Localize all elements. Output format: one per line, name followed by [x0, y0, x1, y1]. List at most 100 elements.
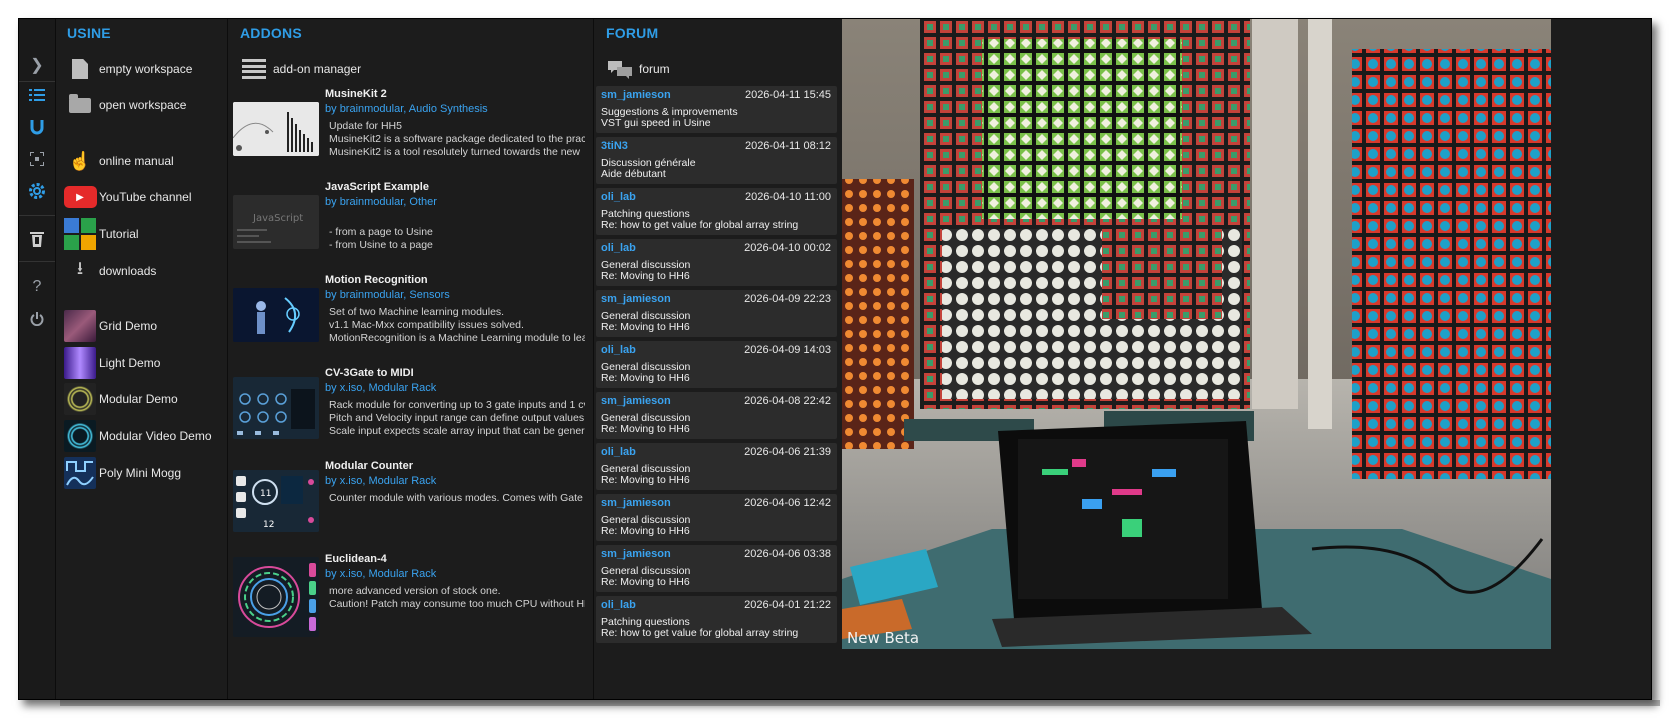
forum-post[interactable]: sm_jamieson 2026-04-06 12:42 General dis… — [596, 494, 837, 541]
forum-post[interactable]: sm_jamieson 2026-04-09 22:23 General dis… — [596, 290, 837, 337]
forum-post[interactable]: 3tiN3 2026-04-11 08:12 Discussion généra… — [596, 137, 837, 184]
start-screen-window: ❯ ? USINE empty workspace open workspace… — [18, 18, 1652, 700]
post-subject: Re: how to get value for global array st… — [601, 627, 799, 639]
poly-mini-mogg-thumbnail — [64, 457, 96, 489]
addon-name: Motion Recognition — [325, 274, 428, 286]
gear-icon[interactable] — [27, 181, 47, 201]
addon-name: JavaScript Example — [325, 181, 429, 193]
addon-author-link[interactable]: x.iso — [340, 568, 363, 580]
open-workspace-label: open workspace — [99, 98, 187, 112]
light-demo-label: Light Demo — [99, 356, 161, 370]
post-date: 2026-04-06 12:42 — [744, 497, 831, 509]
addon-category-link[interactable]: Modular Rack — [368, 475, 436, 487]
post-date: 2026-04-01 21:22 — [744, 599, 831, 611]
forum-post[interactable]: sm_jamieson 2026-04-11 15:45 Suggestions… — [596, 86, 837, 133]
post-user[interactable]: oli_lab — [601, 191, 636, 203]
post-user[interactable]: sm_jamieson — [601, 497, 671, 509]
addon-card[interactable]: CV-3Gate to MIDI by x.iso, Modular Rack … — [231, 367, 596, 457]
youtube-channel-item[interactable]: ▶ YouTube channel — [63, 181, 192, 213]
demo-modular-item[interactable]: Modular Demo — [63, 383, 178, 415]
addon-author-link[interactable]: brainmodular — [340, 103, 404, 115]
menu-lines-icon — [242, 59, 266, 79]
post-user[interactable]: sm_jamieson — [601, 548, 671, 560]
addon-author-link[interactable]: x.iso — [340, 382, 363, 394]
forum-post[interactable]: oli_lab 2026-04-09 14:03 General discuss… — [596, 341, 837, 388]
grid-demo-label: Grid Demo — [99, 319, 158, 333]
addon-byline: by x.iso, Modular Rack — [325, 475, 437, 487]
post-date: 2026-04-09 22:23 — [744, 293, 831, 305]
addon-card[interactable]: MusineKit 2 by brainmodular, Audio Synth… — [231, 88, 596, 178]
poly-mini-mogg-label: Poly Mini Mogg — [99, 466, 182, 480]
euclidean-4-thumbnail — [233, 557, 319, 637]
post-user[interactable]: 3tiN3 — [601, 140, 628, 152]
addon-author-link[interactable]: brainmodular — [340, 289, 404, 301]
open-workspace-item[interactable]: open workspace — [63, 89, 186, 121]
post-user[interactable]: sm_jamieson — [601, 293, 671, 305]
forum-link-item[interactable]: forum — [603, 53, 670, 85]
magnet-icon[interactable] — [27, 117, 47, 137]
demo-light-item[interactable]: Light Demo — [63, 347, 160, 379]
chat-bubbles-icon — [608, 61, 632, 79]
news-banner-image[interactable]: New Beta — [842, 19, 1551, 649]
post-user[interactable]: sm_jamieson — [601, 395, 671, 407]
modular-demo-label: Modular Demo — [99, 392, 178, 406]
addon-category-link[interactable]: Modular Rack — [368, 568, 436, 580]
addon-card[interactable]: Euclidean-4 by x.iso, Modular Rack more … — [231, 553, 596, 643]
addon-byline: by x.iso, Modular Rack — [325, 568, 437, 580]
forum-post[interactable]: sm_jamieson 2026-04-08 22:42 General dis… — [596, 392, 837, 439]
addon-author-link[interactable]: brainmodular — [340, 196, 404, 208]
post-user[interactable]: oli_lab — [601, 344, 636, 356]
post-user[interactable]: sm_jamieson — [601, 89, 671, 101]
addon-category-link[interactable]: Modular Rack — [368, 382, 436, 394]
power-icon[interactable] — [27, 309, 47, 329]
svg-text:12: 12 — [263, 520, 274, 530]
addon-manager-label: add-on manager — [273, 62, 362, 76]
addon-name: Euclidean-4 — [325, 553, 387, 565]
addon-category-link[interactable]: Audio Synthesis — [409, 103, 488, 115]
addon-byline: by brainmodular, Other — [325, 196, 437, 208]
addon-description: Set of two Machine learning modules. v1.1… — [329, 306, 585, 344]
addon-author-link[interactable]: x.iso — [340, 475, 363, 487]
cv-3gate-thumbnail — [233, 377, 319, 439]
empty-workspace-item[interactable]: empty workspace — [63, 53, 192, 85]
folder-icon — [69, 93, 91, 113]
forum-post[interactable]: oli_lab 2026-04-01 21:22 Patching questi… — [596, 596, 837, 643]
demo-grid-item[interactable]: Grid Demo — [63, 310, 157, 342]
trash-icon[interactable] — [27, 229, 47, 249]
addon-card[interactable]: Motion Recognition by brainmodular, Sens… — [231, 274, 596, 364]
javascript-example-thumbnail: JavaScript — [233, 195, 319, 249]
svg-text:JavaScript: JavaScript — [252, 213, 303, 224]
downloads-item[interactable]: ⭳ downloads — [63, 255, 157, 287]
tutorial-item[interactable]: Tutorial — [63, 218, 139, 250]
modular-video-demo-thumbnail — [64, 420, 96, 452]
download-icon: ⭳ — [76, 258, 84, 278]
post-date: 2026-04-11 08:12 — [744, 140, 831, 152]
addons-section-title: ADDONS — [240, 25, 302, 41]
forum-post[interactable]: oli_lab 2026-04-10 00:02 General discuss… — [596, 239, 837, 286]
demo-poly-mini-mogg-item[interactable]: Poly Mini Mogg — [63, 457, 181, 489]
addon-card[interactable]: JavaScript JavaScript Example by brainmo… — [231, 181, 596, 271]
addon-card[interactable]: 11 12 Modular Counter by x.iso, Modular R… — [231, 460, 596, 550]
addon-description: Update for HH5 MusineKit2 is a software p… — [329, 120, 585, 158]
chevron-right-icon[interactable]: ❯ — [27, 55, 47, 75]
svg-text:11: 11 — [260, 489, 271, 499]
addon-category-link[interactable]: Sensors — [409, 289, 449, 301]
forum-post[interactable]: sm_jamieson 2026-04-06 03:38 General dis… — [596, 545, 837, 592]
online-manual-label: online manual — [99, 154, 174, 168]
post-user[interactable]: oli_lab — [601, 446, 636, 458]
tutorial-icon — [64, 218, 96, 250]
forum-post[interactable]: oli_lab 2026-04-06 21:39 General discuss… — [596, 443, 837, 490]
forum-post[interactable]: oli_lab 2026-04-10 11:00 Patching questi… — [596, 188, 837, 235]
help-icon[interactable]: ? — [27, 277, 47, 297]
addon-category-link[interactable]: Other — [409, 196, 437, 208]
online-manual-item[interactable]: ☝ online manual — [63, 145, 174, 177]
demo-modular-video-item[interactable]: Modular Video Demo — [63, 420, 212, 452]
forum-link-label: forum — [639, 62, 670, 76]
post-user[interactable]: oli_lab — [601, 242, 636, 254]
fullscreen-icon[interactable] — [27, 149, 47, 169]
addon-manager-item[interactable]: add-on manager — [237, 53, 361, 85]
post-user[interactable]: oli_lab — [601, 599, 636, 611]
addon-byline: by x.iso, Modular Rack — [325, 382, 437, 394]
list-icon[interactable] — [27, 85, 47, 105]
post-subject: VST gui speed in Usine — [601, 117, 711, 129]
